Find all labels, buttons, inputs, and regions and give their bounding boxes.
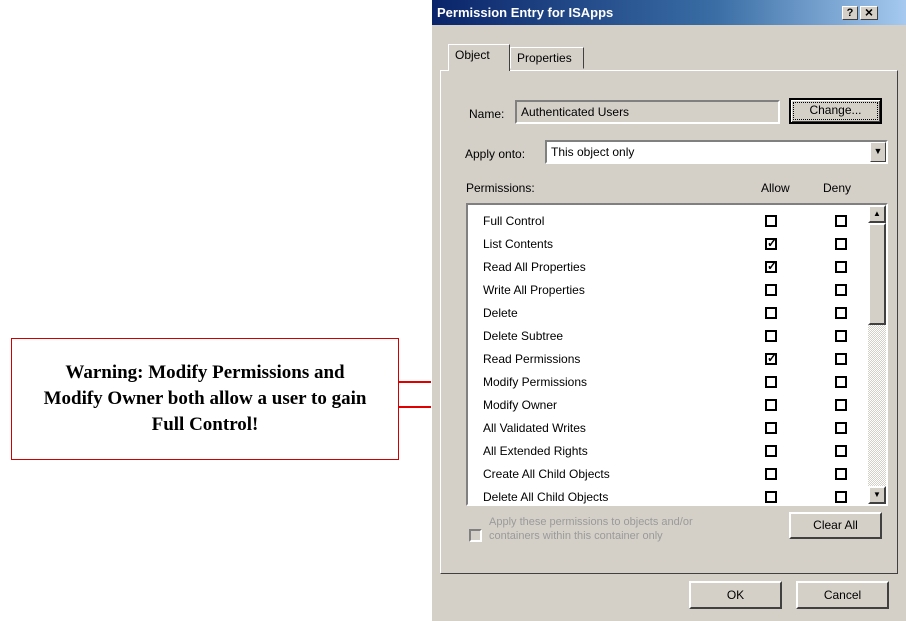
deny-checkbox[interactable] xyxy=(835,376,847,388)
deny-checkbox[interactable] xyxy=(835,215,847,227)
name-label: Name: xyxy=(469,107,505,121)
permission-row: All Validated Writes xyxy=(468,417,868,440)
deny-checkbox[interactable] xyxy=(835,307,847,319)
allow-checkbox[interactable] xyxy=(765,330,777,342)
close-button[interactable]: × xyxy=(860,5,878,20)
permission-name: Delete xyxy=(483,306,518,320)
scroll-up-icon[interactable]: ▲ xyxy=(868,205,886,223)
permission-row: Delete Subtree xyxy=(468,325,868,348)
allow-checkbox[interactable] xyxy=(765,422,777,434)
warning-callout: Warning: Modify Permissions and Modify O… xyxy=(11,338,399,460)
permission-name: Full Control xyxy=(483,214,545,228)
cancel-button[interactable]: Cancel xyxy=(796,581,889,609)
permission-row: Read All Properties ✓ xyxy=(468,256,868,279)
deny-checkbox[interactable] xyxy=(835,491,847,503)
permission-name: Write All Properties xyxy=(483,283,585,297)
ok-button[interactable]: OK xyxy=(689,581,782,609)
tab-object[interactable]: Object xyxy=(448,44,510,71)
check-icon: ✓ xyxy=(767,351,778,365)
name-field: Authenticated Users xyxy=(515,100,780,124)
deny-checkbox[interactable] xyxy=(835,353,847,365)
permission-name: List Contents xyxy=(483,237,554,251)
permission-name: Delete All Child Objects xyxy=(483,490,609,504)
allow-checkbox[interactable] xyxy=(765,376,777,388)
permission-row: Full Control xyxy=(468,210,868,233)
help-button[interactable]: ? xyxy=(842,6,858,20)
permission-row: Delete xyxy=(468,302,868,325)
permission-name: All Validated Writes xyxy=(483,421,586,435)
permission-row: Modify Owner xyxy=(468,394,868,417)
permission-row: Modify Permissions xyxy=(468,371,868,394)
deny-checkbox[interactable] xyxy=(835,261,847,273)
permission-name: Read Permissions xyxy=(483,352,581,366)
allow-checkbox[interactable]: ✓ xyxy=(765,351,778,365)
permissions-list[interactable]: Full Control List Contents ✓ Read All Prope… xyxy=(466,203,888,506)
allow-checkbox[interactable]: ✓ xyxy=(765,259,778,273)
chevron-down-icon[interactable]: ▼ xyxy=(870,142,886,162)
allow-checkbox[interactable] xyxy=(765,468,777,480)
permission-name: All Extended Rights xyxy=(483,444,588,458)
permission-name: Read All Properties xyxy=(483,260,586,274)
allow-column-header: Allow xyxy=(761,181,790,195)
permission-row: All Extended Rights xyxy=(468,440,868,463)
allow-checkbox[interactable] xyxy=(765,307,777,319)
apply-onto-select[interactable]: This object only ▼ xyxy=(545,140,888,164)
title-bar[interactable]: Permission Entry for ISApps ? × xyxy=(432,0,906,25)
allow-checkbox[interactable] xyxy=(765,491,777,503)
permission-row: Read Permissions ✓ xyxy=(468,348,868,371)
change-button[interactable]: Change... xyxy=(789,98,882,124)
permission-name: Create All Child Objects xyxy=(483,467,610,481)
permission-name: Delete Subtree xyxy=(483,329,564,343)
allow-checkbox[interactable] xyxy=(765,399,777,411)
permission-row: Delete All Child Objects xyxy=(468,486,868,504)
deny-checkbox[interactable] xyxy=(835,399,847,411)
deny-checkbox[interactable] xyxy=(835,330,847,342)
permission-row: Create All Child Objects xyxy=(468,463,868,486)
warning-text: Warning: Modify Permissions and Modify O… xyxy=(43,362,367,435)
apply-to-container-checkbox[interactable] xyxy=(469,529,482,542)
deny-checkbox[interactable] xyxy=(835,445,847,457)
clear-all-button[interactable]: Clear All xyxy=(789,512,882,539)
allow-checkbox[interactable] xyxy=(765,284,777,296)
allow-checkbox[interactable] xyxy=(765,445,777,457)
apply-to-container-label: Apply these permissions to objects and/o… xyxy=(489,516,693,542)
deny-checkbox[interactable] xyxy=(835,238,847,250)
deny-column-header: Deny xyxy=(823,181,852,195)
permission-row: Write All Properties xyxy=(468,279,868,302)
scroll-thumb[interactable] xyxy=(868,223,886,325)
check-icon: ✓ xyxy=(767,259,778,273)
permission-name: Modify Permissions xyxy=(483,375,588,389)
window-title: Permission Entry for ISApps xyxy=(437,5,614,20)
deny-checkbox[interactable] xyxy=(835,422,847,434)
scroll-down-icon[interactable]: ▼ xyxy=(868,486,886,504)
tab-properties[interactable]: Properties xyxy=(510,47,584,69)
permission-name: Modify Owner xyxy=(483,398,558,412)
apply-onto-label: Apply onto: xyxy=(465,147,526,161)
permissions-label: Permissions: xyxy=(466,181,535,195)
deny-checkbox[interactable] xyxy=(835,284,847,296)
apply-onto-value: This object only xyxy=(551,145,635,159)
vertical-scrollbar[interactable]: ▲ ▼ xyxy=(868,205,886,504)
deny-checkbox[interactable] xyxy=(835,468,847,480)
permission-row: List Contents ✓ xyxy=(468,233,868,256)
allow-checkbox[interactable]: ✓ xyxy=(765,236,778,250)
check-icon: ✓ xyxy=(767,236,778,250)
allow-checkbox[interactable] xyxy=(765,215,777,227)
